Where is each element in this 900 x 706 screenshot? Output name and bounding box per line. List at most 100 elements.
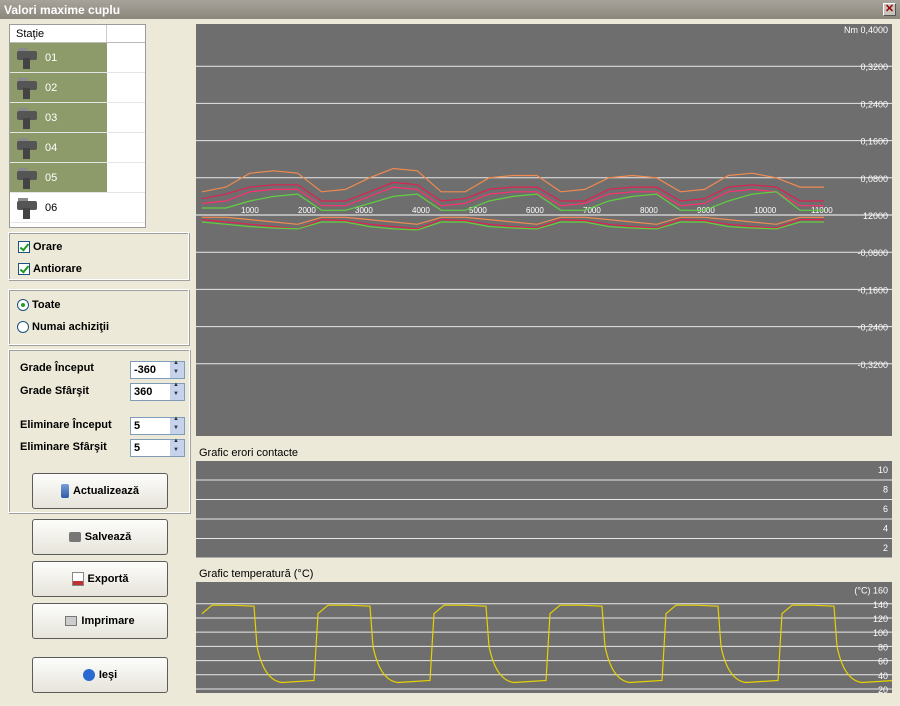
refresh-button[interactable]: Actualizează [32,473,168,509]
checkbox-clockwise[interactable]: Orare [9,237,188,257]
temp-ytick-label: 40 [878,671,888,681]
torque-xtick-label: 1000 [241,206,259,215]
print-button-label: Imprimare [81,615,135,627]
checkbox-clockwise-box[interactable] [18,241,30,253]
station-list[interactable]: Staţie 01 02 03 04 05 06 [9,24,146,228]
station-row[interactable]: 04 [10,133,145,163]
station-row[interactable]: 05 [10,163,145,193]
direction-group: Orare Antiorare [8,232,189,280]
torque-ytick-label: -0,2400 [857,323,888,333]
save-button[interactable]: Salvează [32,519,168,555]
save-button-label: Salvează [84,531,132,543]
temp-ytick-label: 20 [878,685,888,693]
torque-xtick-label: 2000 [298,206,316,215]
torque-ytick-label: -0,0800 [857,248,888,258]
window-title: Valori maxime cuplu [4,3,121,17]
torque-xtick-label: 10000 [754,206,777,215]
temp-ytick-label: 100 [873,628,888,638]
station-list-header: Staţie [10,25,145,43]
station-row[interactable]: 03 [10,103,145,133]
window-titlebar: Valori maxime cuplu ✕ [0,0,900,19]
station-cell[interactable]: 01 [10,43,107,72]
end-degree-label: Grade Sfârşit [20,385,90,397]
elim-end-value[interactable]: 5 [134,442,140,454]
power-icon [82,669,95,681]
station-row[interactable]: 06 [10,193,145,223]
printer-icon [65,616,78,626]
elim-end-spinner[interactable]: 5 [130,438,185,457]
close-button[interactable]: ✕ [883,3,896,16]
temperature-chart: (°C) 160 140 120 100 80 60 40 20 [196,582,892,693]
station-label: 04 [45,141,58,154]
camera-icon [68,532,81,542]
radio-acquisitions[interactable]: Numai achiziţii [9,316,188,338]
radio-acquisitions-label: Numai achiziţii [32,321,110,333]
temp-ytick-label: 60 [878,657,888,667]
elim-start-spinner[interactable]: 5 [130,416,185,435]
refresh-icon [60,484,69,498]
torque-xtick-label: 4000 [412,206,430,215]
radio-all-circle[interactable] [17,299,29,311]
station-icon [14,195,42,221]
elim-end-label: Eliminare Sfârşit [20,441,107,453]
station-label: 06 [45,201,58,214]
start-degree-spinner[interactable]: -360 [130,360,185,379]
torque-ytick-label: -0,1600 [857,285,888,295]
temp-ytick-label: 140 [873,600,888,610]
torque-ytick-label: 0,1600 [860,137,888,147]
end-degree-spinner[interactable]: 360 [130,382,185,401]
station-label: 03 [45,111,58,124]
torque-ytick-label: 0,0800 [860,174,888,184]
elim-start-value[interactable]: 5 [134,420,140,432]
export-button[interactable]: Exportă [32,561,168,597]
torque-series-line [201,167,824,193]
torque-xtick-label: 8000 [640,206,658,215]
error-chart-title: Grafic erori contacte [199,447,299,459]
temp-ytick-label: 80 [878,642,888,652]
exit-button-label: Ieşi [98,669,118,681]
radio-all-label: Toate [32,299,61,311]
torque-ytick-label: -0,3200 [857,360,888,370]
checkbox-counterclockwise-label: Antiorare [33,263,82,275]
start-degree-arrows[interactable] [170,360,184,378]
torque-ytick-label: 12000 [863,211,888,221]
error-chart: 10 8 6 4 2 [196,461,892,558]
station-row[interactable]: 01 [10,43,145,73]
mode-group: Toate Numai achiziţii [8,289,189,345]
torque-series-line [202,216,824,225]
torque-chart: Nm 0,4000 0,3200 0,2400 0,1600 0,0800 12000 -0… [196,24,892,436]
station-cell[interactable]: 06 [10,193,107,222]
station-icon [14,165,42,191]
checkbox-counterclockwise[interactable]: Antiorare [9,259,188,279]
temp-ytick-label: 120 [873,614,888,624]
end-degree-value[interactable]: 360 [134,386,152,398]
end-degree-arrows[interactable] [170,382,184,400]
radio-all[interactable]: Toate [9,294,188,316]
error-ytick-label: 8 [883,485,888,495]
error-ytick-label: 4 [883,524,888,534]
error-ytick-label: 10 [878,465,888,475]
error-ytick-label: 6 [883,504,888,514]
export-icon [71,572,84,586]
station-cell[interactable]: 03 [10,103,107,132]
checkbox-counterclockwise-box[interactable] [18,263,30,275]
print-button[interactable]: Imprimare [32,603,168,639]
station-cell[interactable]: 05 [10,163,107,192]
station-icon [14,45,42,71]
station-icon [14,75,42,101]
station-cell[interactable]: 02 [10,73,107,102]
station-icon [14,105,42,131]
torque-ytick-label: 0,2400 [860,99,888,109]
elim-end-arrows[interactable] [170,438,184,456]
elim-start-label: Eliminare Început [20,419,112,431]
checkbox-clockwise-label: Orare [33,241,63,253]
elim-start-arrows[interactable] [170,416,184,434]
start-degree-value[interactable]: -360 [134,364,156,376]
station-cell[interactable]: 04 [10,133,107,162]
station-label: 02 [45,81,58,94]
station-row[interactable]: 02 [10,73,145,103]
radio-acquisitions-circle[interactable] [17,321,29,333]
exit-button[interactable]: Ieşi [32,657,168,693]
temp-ytick-label: (°C) 160 [854,586,888,596]
temp-chart-title: Grafic temperatură (°C) [199,568,314,580]
